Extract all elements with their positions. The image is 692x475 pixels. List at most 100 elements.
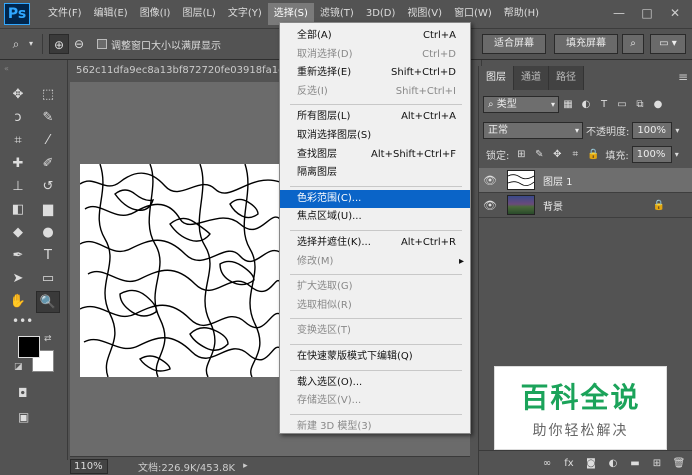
lock-transparent-icon[interactable]: ⊞ — [512, 146, 530, 163]
minimize-button[interactable]: — — [606, 3, 632, 23]
lock-artboard-icon[interactable]: ⌗ — [566, 146, 584, 163]
swap-colors-icon[interactable]: ⇄ — [44, 334, 52, 344]
screen-mode-icon[interactable]: ▣ — [18, 410, 29, 424]
menu-option[interactable]: 变换选区(T) — [280, 322, 470, 340]
pixel-filter-icon[interactable]: ▦ — [559, 96, 577, 113]
stamp-tool-icon[interactable]: ⊥ — [6, 176, 30, 198]
document-info[interactable]: 文档:226.9K/453.8K — [138, 459, 235, 474]
menu-item[interactable]: 帮助(H) — [498, 3, 545, 25]
resize-windows-checkbox[interactable] — [97, 39, 107, 49]
trash-icon[interactable]: 🗑 — [671, 458, 687, 469]
history-brush-tool-icon[interactable]: ↺ — [36, 176, 60, 198]
layer-name[interactable]: 背景 — [543, 198, 563, 213]
shape-filter-icon[interactable]: ▭ — [613, 96, 631, 113]
fill-screen-button[interactable]: 填充屏幕 — [554, 34, 618, 54]
collapse-icon[interactable]: « — [4, 64, 9, 73]
gradient-tool-icon[interactable]: ▆ — [36, 199, 60, 221]
eyedropper-tool-icon[interactable]: ⁄ — [36, 130, 60, 152]
zoom-tool-icon[interactable]: 🔍 — [36, 291, 60, 313]
fit-screen-button[interactable]: 适合屏幕 — [482, 34, 546, 54]
adjustment-layer-icon[interactable]: ◐ — [605, 458, 621, 469]
chevron-down-icon[interactable]: ▾ — [26, 34, 36, 54]
default-colors-icon[interactable]: ◪ — [14, 362, 23, 372]
menu-option[interactable]: 选取相似(R) — [280, 297, 470, 315]
adjustment-filter-icon[interactable]: ◐ — [577, 96, 595, 113]
maximize-button[interactable]: □ — [634, 3, 660, 23]
menu-option[interactable]: 取消选择图层(S) — [280, 127, 470, 145]
canvas-image[interactable] — [80, 164, 280, 377]
menu-option[interactable]: 所有图层(L) Alt+Ctrl+A — [280, 108, 470, 126]
marquee-tool-icon[interactable]: ⬚ — [36, 84, 60, 106]
eye-icon[interactable]: 👁 — [479, 174, 501, 187]
more-tools-icon[interactable]: ••• — [12, 314, 33, 328]
brush-tool-icon[interactable]: ✐ — [36, 153, 60, 175]
lock-position-icon[interactable]: ✥ — [548, 146, 566, 163]
document-tab[interactable]: 562c11dfa9ec8a13bf872720fe03918fa1ec... — [70, 60, 280, 82]
group-folder-icon[interactable]: ▬ — [627, 458, 643, 469]
lock-all-icon[interactable]: 🔒 — [584, 146, 602, 163]
zoom-level-field[interactable]: 110% — [70, 458, 108, 474]
foreground-color-swatch[interactable] — [18, 336, 40, 358]
menu-item[interactable]: 文字(Y) — [222, 3, 268, 25]
menu-item[interactable]: 编辑(E) — [88, 3, 134, 25]
menu-option[interactable]: 存储选区(V)... — [280, 392, 470, 410]
blend-mode-select[interactable]: 正常 ▾ — [483, 122, 583, 139]
menu-option[interactable]: 在快速蒙版模式下编辑(Q) — [280, 348, 470, 366]
fx-icon[interactable]: fx — [561, 458, 577, 469]
eraser-tool-icon[interactable]: ◧ — [6, 199, 30, 221]
menu-option[interactable]: 选择并遮住(K)... Alt+Ctrl+R — [280, 234, 470, 252]
menu-option[interactable]: 全部(A) Ctrl+A — [280, 27, 470, 45]
path-select-tool-icon[interactable]: ➤ — [6, 268, 30, 290]
menu-item[interactable]: 图像(I) — [134, 3, 177, 25]
menu-option[interactable]: 反选(I) Shift+Ctrl+I — [280, 83, 470, 101]
move-tool-icon[interactable]: ✥ — [6, 84, 30, 106]
menu-option[interactable]: 色彩范围(C)... — [280, 189, 470, 208]
quick-mask-icon[interactable]: ◘ — [18, 386, 28, 400]
healing-brush-tool-icon[interactable]: ✚ — [6, 153, 30, 175]
panel-menu-icon[interactable]: ≡ — [678, 70, 688, 84]
layer-filter-select[interactable]: ⌕ 类型 ▾ — [483, 96, 559, 113]
layer-row-layer1[interactable]: 👁 图层 1 — [479, 168, 692, 193]
new-layer-icon[interactable]: ⊞ — [649, 458, 665, 469]
opacity-field[interactable]: 100% — [632, 122, 673, 139]
shape-tool-icon[interactable]: ▭ — [36, 268, 60, 290]
panel-tab[interactable]: 通道 — [514, 66, 549, 90]
menu-option[interactable]: 载入选区(O)... — [280, 374, 470, 392]
type-filter-icon[interactable]: T — [595, 96, 613, 113]
chevron-down-icon[interactable]: ▾ — [672, 122, 682, 139]
link-layers-icon[interactable]: ∞ — [539, 458, 555, 469]
pen-tool-icon[interactable]: ✒ — [6, 245, 30, 267]
zoom-icon[interactable]: ⌕ — [6, 34, 26, 54]
hand-tool-icon[interactable]: ✋ — [6, 291, 30, 313]
menu-item[interactable]: 图层(L) — [176, 3, 221, 25]
workspace-button[interactable]: ▭ ▾ — [650, 34, 686, 54]
panel-tab[interactable]: 路径 — [549, 66, 584, 90]
menu-option[interactable]: 新建 3D 模型(3) — [280, 418, 470, 436]
crop-tool-icon[interactable]: ⌗ — [6, 130, 30, 152]
zoom-in-icon[interactable]: ⊕ — [49, 34, 69, 54]
chevron-down-icon[interactable]: ▾ — [672, 146, 682, 163]
fill-field[interactable]: 100% — [631, 146, 672, 163]
menu-option[interactable]: 焦点区域(U)... — [280, 208, 470, 226]
status-arrow-icon[interactable]: ▸ — [243, 461, 248, 471]
menu-option[interactable]: 查找图层 Alt+Shift+Ctrl+F — [280, 146, 470, 164]
menu-option[interactable]: 修改(M) ▸ — [280, 253, 470, 271]
panel-tab[interactable]: 图层 — [479, 66, 514, 90]
eye-icon[interactable]: 👁 — [479, 199, 501, 212]
close-button[interactable]: ✕ — [662, 3, 688, 23]
menu-option[interactable]: 重新选择(E) Shift+Ctrl+D — [280, 64, 470, 82]
layer-row-background[interactable]: 👁 背景 🔒 — [479, 193, 692, 218]
menu-option[interactable]: 扩大选取(G) — [280, 278, 470, 296]
smart-object-filter-icon[interactable]: ⧉ — [631, 96, 649, 113]
dodge-tool-icon[interactable]: ● — [36, 222, 60, 244]
layer-name[interactable]: 图层 1 — [543, 173, 573, 188]
search-button[interactable]: ⌕ — [622, 34, 644, 54]
zoom-out-icon[interactable]: ⊖ — [69, 34, 89, 54]
lock-pixels-icon[interactable]: ✎ — [530, 146, 548, 163]
blur-tool-icon[interactable]: ◆ — [6, 222, 30, 244]
menu-option[interactable]: 取消选择(D) Ctrl+D — [280, 46, 470, 64]
filter-toggle-icon[interactable]: ● — [649, 96, 667, 113]
lasso-tool-icon[interactable]: ↄ — [6, 107, 30, 129]
menu-option[interactable]: 隔离图层 — [280, 164, 470, 182]
quick-select-tool-icon[interactable]: ✎ — [36, 107, 60, 129]
